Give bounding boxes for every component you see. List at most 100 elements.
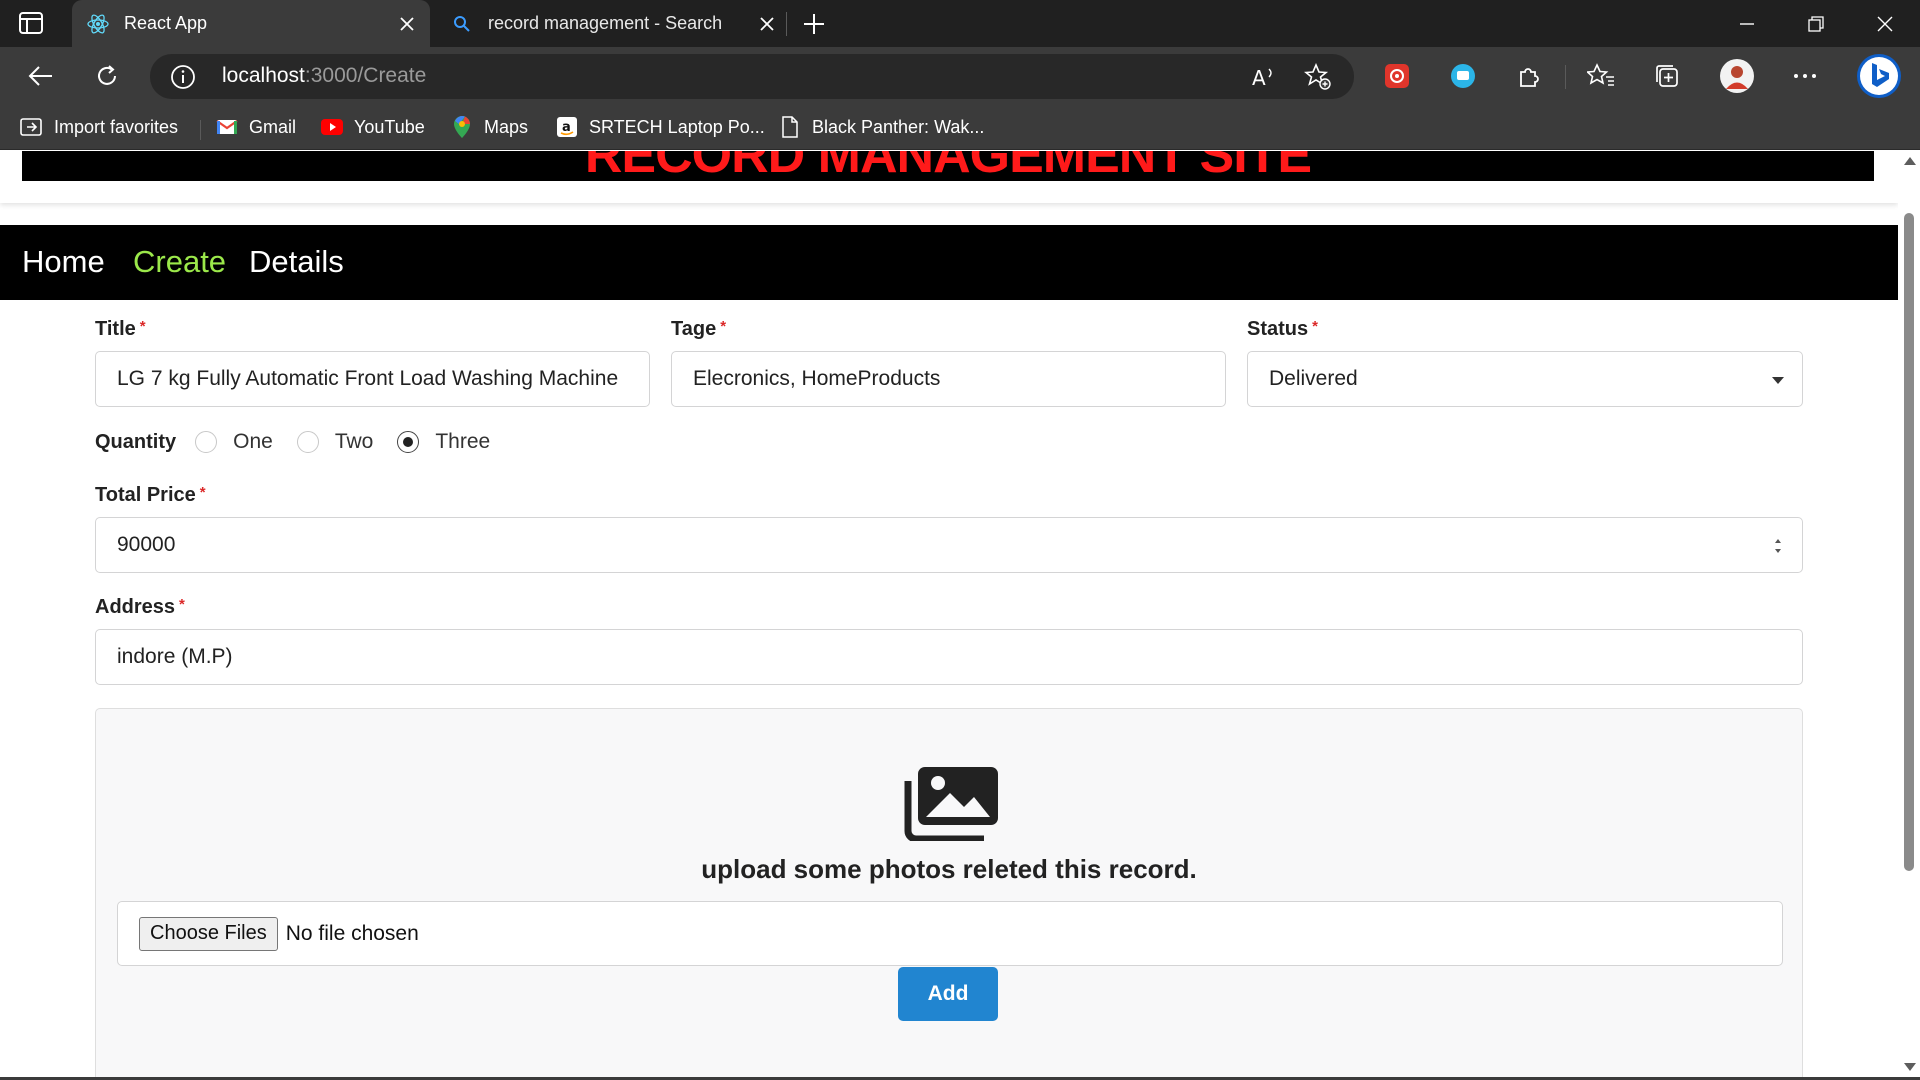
nav-home[interactable]: Home <box>22 244 105 280</box>
new-tab-icon[interactable] <box>798 9 830 39</box>
bookmark-gmail[interactable]: Gmail <box>215 112 296 142</box>
tab-actions-icon[interactable] <box>18 11 46 37</box>
bookmark-srtech[interactable]: a SRTECH Laptop Po... <box>555 112 765 142</box>
price-input[interactable]: 90000 <box>95 517 1803 573</box>
title-input[interactable]: LG 7 kg Fully Automatic Front Load Washi… <box>95 351 650 407</box>
bookmark-label: SRTECH Laptop Po... <box>589 116 765 137</box>
svg-text:a: a <box>562 120 571 135</box>
profile-avatar-icon[interactable] <box>1718 57 1756 95</box>
bookmark-label: YouTube <box>354 116 425 137</box>
radio-label: Three <box>435 430 491 453</box>
tab-search[interactable]: record management - Search <box>436 0 790 47</box>
tab-divider <box>786 12 787 36</box>
close-tab-icon[interactable] <box>752 9 782 39</box>
bookmark-black-panther[interactable]: Black Panther: Wak... <box>778 112 984 142</box>
file-status-text: No file chosen <box>285 921 419 945</box>
site-title: RECORD MANAGEMENT SITE <box>584 151 1312 181</box>
radio-button-checked[interactable] <box>397 431 420 453</box>
scroll-up-icon[interactable] <box>1904 157 1916 165</box>
file-input[interactable]: Choose Files No file chosen <box>117 901 1783 966</box>
address-label: Address * <box>95 596 185 619</box>
required-asterisk: * <box>199 484 206 501</box>
maps-pin-icon <box>450 115 474 139</box>
bookmark-label: Black Panther: Wak... <box>812 116 985 137</box>
extension-red-icon[interactable] <box>1378 57 1416 95</box>
scroll-thumb[interactable] <box>1904 213 1914 871</box>
address-input-value: indore (M.P) <box>117 645 233 668</box>
tab-label: React App <box>124 13 208 33</box>
radio-label: Two <box>334 430 374 453</box>
favorites-icon[interactable] <box>1582 57 1620 95</box>
add-button[interactable]: Add <box>898 967 998 1021</box>
site-banner: RECORD MANAGEMENT SITE <box>22 151 1874 181</box>
bookmark-maps[interactable]: Maps <box>450 112 528 142</box>
upload-instructions: upload some photos releted this record. <box>701 854 1197 884</box>
title-input-value: LG 7 kg Fully Automatic Front Load Washi… <box>117 367 619 390</box>
site-header: RECORD MANAGEMENT SITE <box>0 151 1898 203</box>
url-path: :3000/Create <box>304 64 427 87</box>
radio-selected-dot <box>403 437 414 447</box>
close-window-icon[interactable] <box>1850 0 1920 47</box>
scroll-down-icon[interactable] <box>1904 1063 1916 1071</box>
bing-copilot-icon[interactable] <box>1854 51 1904 101</box>
youtube-icon <box>320 115 344 139</box>
browser-tab-bar: React App record management - Search <box>0 0 1920 47</box>
tage-label: Tage * <box>671 318 726 341</box>
main-navbar: Home Create Details <box>0 225 1898 300</box>
radio-label: One <box>233 430 273 453</box>
number-spinner-icon[interactable] <box>1774 536 1782 556</box>
svg-text:A: A <box>1252 66 1266 89</box>
minimize-icon[interactable] <box>1712 0 1782 47</box>
dropdown-caret-icon <box>1772 377 1784 384</box>
status-label-text: Status <box>1247 318 1309 340</box>
page-scrollbar[interactable] <box>1898 151 1920 1077</box>
quantity-label: Quantity <box>95 430 177 453</box>
status-select[interactable]: Delivered <box>1247 351 1803 407</box>
title-label-text: Title <box>95 318 136 340</box>
url-text[interactable]: localhost:3000/Create <box>222 64 426 88</box>
extensions-icon[interactable] <box>1510 57 1548 95</box>
price-label-text: Total Price <box>95 484 196 506</box>
page-viewport: RECORD MANAGEMENT SITE Home Create Detai… <box>0 151 1898 1077</box>
restore-icon[interactable] <box>1781 0 1851 47</box>
address-label-text: Address <box>95 596 176 618</box>
photo-upload-panel: upload some photos releted this record. … <box>95 708 1803 1077</box>
choose-files-button[interactable]: Choose Files <box>139 916 278 951</box>
required-asterisk: * <box>1312 318 1318 335</box>
quantity-option-two[interactable]: Two <box>296 430 374 454</box>
title-label: Title * <box>95 318 146 341</box>
radio-button[interactable] <box>296 431 319 453</box>
extension-chat-icon[interactable] <box>1444 57 1482 95</box>
nav-create[interactable]: Create <box>133 244 226 280</box>
add-favorite-icon[interactable] <box>1304 63 1332 91</box>
status-select-value: Delivered <box>1269 367 1358 390</box>
site-info-icon[interactable] <box>170 64 196 90</box>
images-icon <box>904 767 998 841</box>
status-label: Status * <box>1247 318 1318 341</box>
quantity-option-one[interactable]: One <box>195 430 273 454</box>
tage-input[interactable]: Elecronics, HomeProducts <box>671 351 1226 407</box>
bookmark-divider <box>200 120 201 140</box>
radio-button[interactable] <box>195 431 218 453</box>
read-aloud-icon[interactable]: A <box>1250 63 1278 91</box>
nav-details[interactable]: Details <box>249 244 344 280</box>
toolbar-divider <box>1565 65 1566 89</box>
required-asterisk: * <box>179 596 185 613</box>
collections-icon[interactable] <box>1648 57 1686 95</box>
price-input-value: 90000 <box>117 533 176 556</box>
tab-react-app[interactable]: React App <box>72 0 430 47</box>
address-bar[interactable]: localhost:3000/Create A <box>150 54 1354 99</box>
more-options-icon[interactable] <box>1786 57 1824 95</box>
quantity-option-three[interactable]: Three <box>397 430 490 454</box>
required-asterisk: * <box>720 318 727 335</box>
page-icon <box>778 115 802 139</box>
bookmark-import-favorites[interactable]: Import favorites <box>20 112 178 142</box>
address-input[interactable]: indore (M.P) <box>95 629 1803 685</box>
back-icon[interactable] <box>22 57 60 95</box>
tage-input-value: Elecronics, HomeProducts <box>693 367 941 390</box>
bookmark-youtube[interactable]: YouTube <box>320 112 425 142</box>
refresh-icon[interactable] <box>88 57 126 95</box>
quantity-radio-group: Quantity One Two Three <box>95 427 514 457</box>
close-tab-icon[interactable] <box>392 9 422 39</box>
bookmark-label: Gmail <box>249 116 297 137</box>
